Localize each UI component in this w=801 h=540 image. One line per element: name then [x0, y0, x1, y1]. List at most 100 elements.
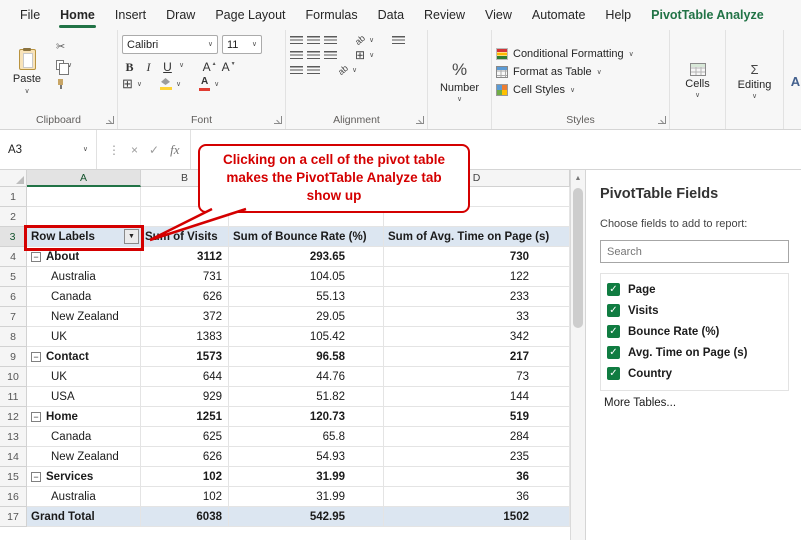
- field-item-visits[interactable]: ✓Visits: [603, 300, 786, 321]
- cell-c5[interactable]: 104.05: [229, 267, 384, 287]
- cell-d5[interactable]: 122: [384, 267, 570, 287]
- more-tables-link[interactable]: More Tables...: [600, 397, 789, 409]
- cell-d7[interactable]: 33: [384, 307, 570, 327]
- cell-c4[interactable]: 293.65: [229, 247, 384, 267]
- increase-indent-icon[interactable]: [307, 66, 320, 75]
- bold-button[interactable]: B: [122, 57, 137, 73]
- italic-button[interactable]: I: [141, 57, 156, 73]
- cell-c7[interactable]: 29.05: [229, 307, 384, 327]
- collapse-minus-icon[interactable]: −: [31, 252, 41, 262]
- cell-c3[interactable]: Sum of Bounce Rate (%): [229, 227, 384, 247]
- cell-a16[interactable]: Australia: [27, 487, 141, 507]
- tab-automate[interactable]: Automate: [522, 0, 596, 30]
- cell-c9[interactable]: 96.58: [229, 347, 384, 367]
- align-middle-icon[interactable]: [307, 36, 320, 45]
- row-header-15[interactable]: 15: [0, 467, 27, 487]
- decrease-indent-icon[interactable]: [290, 66, 303, 75]
- tab-insert[interactable]: Insert: [105, 0, 156, 30]
- row-header-7[interactable]: 7: [0, 307, 27, 327]
- orientation-icon[interactable]: ab: [353, 33, 367, 47]
- scrollbar-thumb[interactable]: [573, 188, 583, 328]
- cell-d11[interactable]: 144: [384, 387, 570, 407]
- cell-d12[interactable]: 519: [384, 407, 570, 427]
- cancel-icon[interactable]: ×: [131, 143, 138, 157]
- cell-a17[interactable]: Grand Total: [27, 507, 141, 527]
- collapse-minus-icon[interactable]: −: [31, 352, 41, 362]
- cell-d3[interactable]: Sum of Avg. Time on Page (s): [384, 227, 570, 247]
- cell-b11[interactable]: 929: [141, 387, 229, 407]
- format-painter-button[interactable]: [56, 77, 72, 91]
- tab-help[interactable]: Help: [595, 0, 641, 30]
- cell-c14[interactable]: 54.93: [229, 447, 384, 467]
- addins-button-partial[interactable]: A: [788, 33, 801, 129]
- wrap-text-icon[interactable]: [392, 36, 405, 45]
- cell-a11[interactable]: USA: [27, 387, 141, 407]
- styles-dialog-launcher-icon[interactable]: [658, 116, 666, 124]
- cell-a12[interactable]: −Home: [27, 407, 141, 427]
- field-item-country[interactable]: ✓Country: [603, 363, 786, 384]
- cell-d8[interactable]: 342: [384, 327, 570, 347]
- cells-button[interactable]: Cells ∨: [674, 33, 721, 129]
- cell-d17[interactable]: 1502: [384, 507, 570, 527]
- cell-b5[interactable]: 731: [141, 267, 229, 287]
- collapse-minus-icon[interactable]: −: [31, 472, 41, 482]
- cell-c12[interactable]: 120.73: [229, 407, 384, 427]
- orientation-alt-icon[interactable]: ab: [336, 63, 350, 77]
- cell-a1[interactable]: [27, 187, 141, 207]
- cell-d9[interactable]: 217: [384, 347, 570, 367]
- cell-b16[interactable]: 102: [141, 487, 229, 507]
- row-header-8[interactable]: 8: [0, 327, 27, 347]
- cell-b6[interactable]: 626: [141, 287, 229, 307]
- font-dialog-launcher-icon[interactable]: [274, 116, 282, 124]
- underline-button[interactable]: U: [160, 57, 175, 73]
- cell-a7[interactable]: New Zealand: [27, 307, 141, 327]
- checkbox-page[interactable]: ✓: [607, 283, 620, 296]
- tab-file[interactable]: File: [10, 0, 50, 30]
- decrease-font-button[interactable]: A▼: [221, 57, 236, 73]
- tab-formulas[interactable]: Formulas: [296, 0, 368, 30]
- conditional-formatting-button[interactable]: Conditional Formatting ∨: [496, 48, 665, 60]
- tab-page-layout[interactable]: Page Layout: [205, 0, 295, 30]
- cut-button[interactable]: ✂: [56, 39, 72, 53]
- cell-a14[interactable]: New Zealand: [27, 447, 141, 467]
- row-header-16[interactable]: 16: [0, 487, 27, 507]
- cell-c8[interactable]: 105.42: [229, 327, 384, 347]
- tab-draw[interactable]: Draw: [156, 0, 205, 30]
- cell-c13[interactable]: 65.8: [229, 427, 384, 447]
- cell-b17[interactable]: 6038: [141, 507, 229, 527]
- row-header-4[interactable]: 4: [0, 247, 27, 267]
- borders-icon[interactable]: ⊞: [122, 76, 133, 92]
- font-name-select[interactable]: Calibri ∨: [122, 35, 218, 54]
- cell-d10[interactable]: 73: [384, 367, 570, 387]
- cell-b12[interactable]: 1251: [141, 407, 229, 427]
- font-color-icon[interactable]: A: [199, 77, 210, 91]
- cell-a6[interactable]: Canada: [27, 287, 141, 307]
- checkbox-visits[interactable]: ✓: [607, 304, 620, 317]
- increase-font-button[interactable]: A▲: [202, 57, 217, 73]
- field-item-bounce-rate[interactable]: ✓Bounce Rate (%): [603, 321, 786, 342]
- tab-data[interactable]: Data: [368, 0, 414, 30]
- row-header-1[interactable]: 1: [0, 187, 27, 207]
- row-header-10[interactable]: 10: [0, 367, 27, 387]
- insert-function-icon[interactable]: fx: [170, 142, 179, 158]
- alignment-dialog-launcher-icon[interactable]: [416, 116, 424, 124]
- cell-b4[interactable]: 3112: [141, 247, 229, 267]
- cell-c15[interactable]: 31.99: [229, 467, 384, 487]
- enter-check-icon[interactable]: ✓: [149, 143, 159, 157]
- font-size-select[interactable]: 11 ∨: [222, 35, 262, 54]
- cell-b8[interactable]: 1383: [141, 327, 229, 347]
- collapse-minus-icon[interactable]: −: [31, 412, 41, 422]
- fill-color-icon[interactable]: [160, 78, 172, 90]
- cell-a8[interactable]: UK: [27, 327, 141, 347]
- cell-a2[interactable]: [27, 207, 141, 227]
- cell-d16[interactable]: 36: [384, 487, 570, 507]
- row-header-11[interactable]: 11: [0, 387, 27, 407]
- align-center-icon[interactable]: [307, 51, 320, 60]
- cell-b10[interactable]: 644: [141, 367, 229, 387]
- vertical-scrollbar[interactable]: ▲: [570, 170, 585, 540]
- cell-b13[interactable]: 625: [141, 427, 229, 447]
- number-format-button[interactable]: % Number ∨: [432, 33, 487, 129]
- cell-d13[interactable]: 284: [384, 427, 570, 447]
- field-item-avg-time-on-page-s[interactable]: ✓Avg. Time on Page (s): [603, 342, 786, 363]
- format-as-table-button[interactable]: Format as Table ∨: [496, 66, 665, 78]
